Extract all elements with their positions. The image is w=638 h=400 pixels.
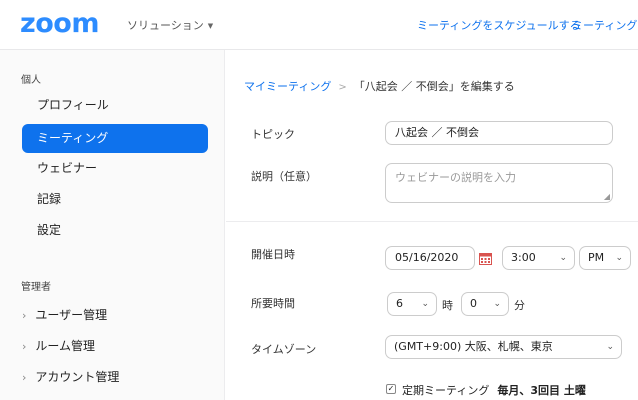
chevron-right-icon: › [22, 309, 27, 322]
sidebar-item-account-management[interactable]: › アカウント管理 [22, 368, 119, 385]
section-divider [226, 221, 638, 222]
zoom-logo[interactable]: zoom [20, 8, 99, 39]
sidebar-item-recordings[interactable]: 記録 [22, 185, 208, 214]
breadcrumb: マイミーティング > 「八起会 ／ 不倒会」を編集する [244, 78, 515, 94]
sidebar-item-label: ルーム管理 [35, 339, 96, 353]
schedule-meeting-link[interactable]: ミーティングをスケジュールする [417, 17, 581, 33]
duration-minutes-select[interactable]: 0 ⌄ [461, 292, 509, 316]
recurring-row: 定期ミーティング 毎月、3回目 土曜 [402, 382, 586, 398]
description-textarea[interactable]: ウェビナーの説明を入力 ◢ [385, 163, 613, 203]
sidebar-item-user-management[interactable]: › ユーザー管理 [22, 306, 107, 323]
timezone-select[interactable]: (GMT+9:00) 大阪、札幌、東京 ⌄ [385, 335, 622, 359]
ampm-value: PM [588, 251, 605, 264]
sidebar-item-webinars[interactable]: ウェビナー [22, 154, 208, 183]
duration-label: 所要時間 [251, 297, 295, 310]
description-placeholder: ウェビナーの説明を入力 [395, 171, 516, 184]
chevron-down-icon: ⌄ [606, 342, 614, 352]
sidebar-item-settings[interactable]: 設定 [22, 216, 208, 245]
chevron-right-icon: › [22, 340, 27, 353]
date-input[interactable]: 05/16/2020 [385, 246, 475, 270]
topic-input[interactable]: 八起会 ／ 不倒会 [385, 121, 613, 145]
resize-handle-icon[interactable]: ◢ [604, 192, 610, 201]
sidebar-item-label: アカウント管理 [35, 370, 120, 384]
recurring-checkbox[interactable]: ✓ [386, 384, 396, 394]
top-header: zoom ソリューション▼ ミーティングをスケジュールする ミーティングに参 [0, 0, 638, 50]
minutes-value: 0 [470, 297, 477, 310]
breadcrumb-separator: > [338, 82, 347, 93]
solutions-menu[interactable]: ソリューション ▼ [127, 17, 213, 33]
sidebar-item-meetings[interactable]: ミーティング [22, 124, 208, 153]
admin-section-label: 管理者 [21, 282, 51, 293]
sidebar: 個人 プロフィール ミーティング ウェビナー 記録 設定 管理者 › ユーザー管理… [0, 50, 225, 400]
chevron-down-icon: ⌄ [559, 253, 567, 263]
breadcrumb-current: 「八起会 ／ 不倒会」を編集する [353, 80, 515, 93]
breadcrumb-my-meetings-link[interactable]: マイミーティング [244, 80, 331, 93]
personal-section-label: 個人 [21, 75, 41, 86]
edit-meeting-panel: マイミーティング > 「八起会 ／ 不倒会」を編集する トピック 八起会 ／ 不倒会… [226, 50, 638, 400]
join-meeting-link[interactable]: ミーティングに参 [572, 17, 638, 33]
time-select[interactable]: 3:00 ⌄ [502, 246, 575, 270]
hours-unit: 時 [442, 299, 453, 312]
recurring-detail: 毎月、3回目 土曜 [497, 384, 586, 397]
time-value: 3:00 [511, 251, 536, 264]
minutes-unit: 分 [514, 299, 525, 312]
timezone-label: タイムゾーン [251, 343, 317, 356]
description-label: 説明（任意） [251, 170, 317, 183]
recurring-label: 定期ミーティング [402, 384, 490, 397]
sidebar-item-profile[interactable]: プロフィール [22, 91, 208, 120]
solutions-label: ソリューション [127, 19, 204, 32]
duration-hours-select[interactable]: 6 ⌄ [387, 292, 437, 316]
timezone-value: (GMT+9:00) 大阪、札幌、東京 [394, 340, 553, 353]
calendar-icon[interactable] [479, 252, 492, 265]
chevron-right-icon: › [22, 371, 27, 384]
chevron-down-icon: ⌄ [615, 253, 623, 263]
sidebar-item-room-management[interactable]: › ルーム管理 [22, 337, 95, 354]
when-label: 開催日時 [251, 248, 295, 261]
hours-value: 6 [396, 297, 403, 310]
topic-label: トピック [251, 128, 295, 141]
sidebar-item-label: ユーザー管理 [35, 308, 108, 322]
chevron-down-icon: ⌄ [493, 299, 501, 309]
chevron-down-icon: ⌄ [421, 299, 429, 309]
caret-down-icon: ▼ [207, 22, 214, 30]
ampm-select[interactable]: PM ⌄ [579, 246, 631, 270]
